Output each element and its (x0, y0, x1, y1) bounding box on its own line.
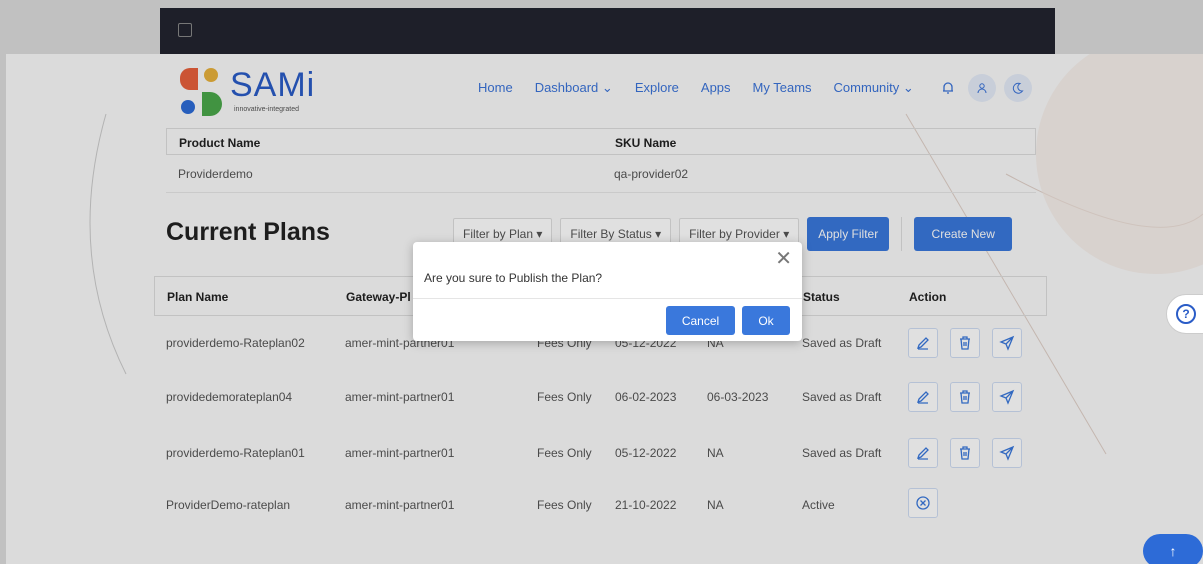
confirm-publish-dialog: Are you sure to Publish the Plan? ✕ Canc… (413, 242, 802, 341)
dialog-divider (413, 298, 802, 299)
help-button[interactable]: ? (1166, 294, 1203, 334)
cancel-button[interactable]: Cancel (666, 306, 735, 335)
ok-button[interactable]: Ok (742, 306, 790, 335)
close-icon[interactable]: ✕ (775, 246, 792, 271)
scroll-to-top-button[interactable]: ↑ (1143, 534, 1203, 564)
dialog-message: Are you sure to Publish the Plan? (424, 271, 603, 285)
question-icon: ? (1176, 304, 1196, 324)
arrow-up-icon: ↑ (1169, 543, 1177, 559)
